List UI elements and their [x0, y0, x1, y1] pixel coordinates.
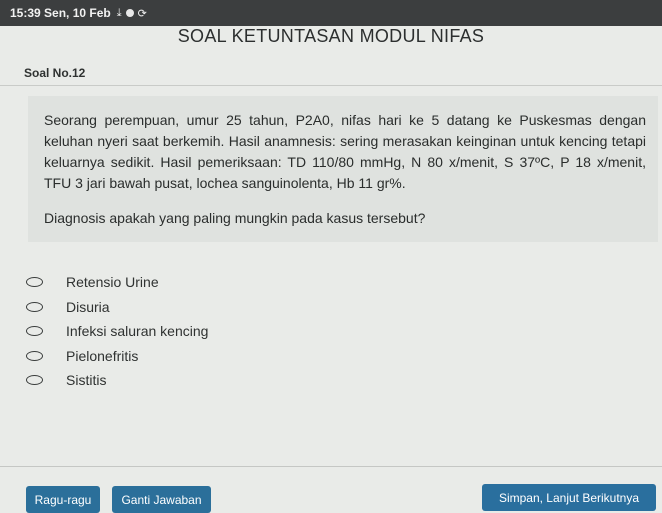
- option-label: Disuria: [66, 298, 110, 315]
- radio-button[interactable]: [26, 375, 43, 386]
- status-icons: ⤓ ⟳: [117, 7, 147, 20]
- option-a[interactable]: Retensio Urine: [26, 270, 208, 295]
- question-prompt: Diagnosis apakah yang paling mungkin pad…: [44, 210, 426, 226]
- question-stem: Seorang perempuan, umur 25 tahun, P2A0, …: [44, 112, 646, 191]
- option-e[interactable]: Sistitis: [26, 368, 208, 393]
- ganti-jawaban-button[interactable]: Ganti Jawaban: [112, 486, 211, 513]
- status-bar: 15:39 Sen, 10 Feb ⤓ ⟳: [0, 0, 662, 26]
- sync-icon: ⟳: [137, 7, 147, 20]
- divider: [0, 466, 662, 467]
- option-c[interactable]: Infeksi saluran kencing: [26, 319, 208, 344]
- option-b[interactable]: Disuria: [26, 295, 208, 320]
- download-icon: ⤓: [116, 6, 122, 19]
- option-label: Sistitis: [66, 372, 107, 389]
- divider: [0, 85, 662, 86]
- radio-button[interactable]: [26, 301, 43, 312]
- radio-button[interactable]: [26, 277, 43, 288]
- answer-options: Retensio Urine Disuria Infeksi saluran k…: [26, 270, 208, 393]
- radio-button[interactable]: [26, 326, 43, 337]
- circle-icon: [125, 9, 134, 17]
- ragu-ragu-button[interactable]: Ragu-ragu: [26, 486, 100, 513]
- option-label: Infeksi saluran kencing: [66, 323, 209, 340]
- status-time: 15:39 Sen, 10 Feb: [10, 6, 111, 20]
- page-title: SOAL KETUNTASAN MODUL NIFAS: [177, 26, 485, 46]
- radio-button[interactable]: [26, 350, 43, 361]
- option-label: Pielonefritis: [66, 347, 139, 364]
- question-box: Seorang perempuan, umur 25 tahun, P2A0, …: [28, 96, 658, 242]
- question-number: Soal No.12: [24, 66, 86, 80]
- option-label: Retensio Urine: [66, 274, 159, 291]
- page-header: SOAL KETUNTASAN MODUL NIFAS: [0, 26, 662, 60]
- option-d[interactable]: Pielonefritis: [26, 344, 208, 369]
- simpan-lanjut-button[interactable]: Simpan, Lanjut Berikutnya: [482, 484, 656, 511]
